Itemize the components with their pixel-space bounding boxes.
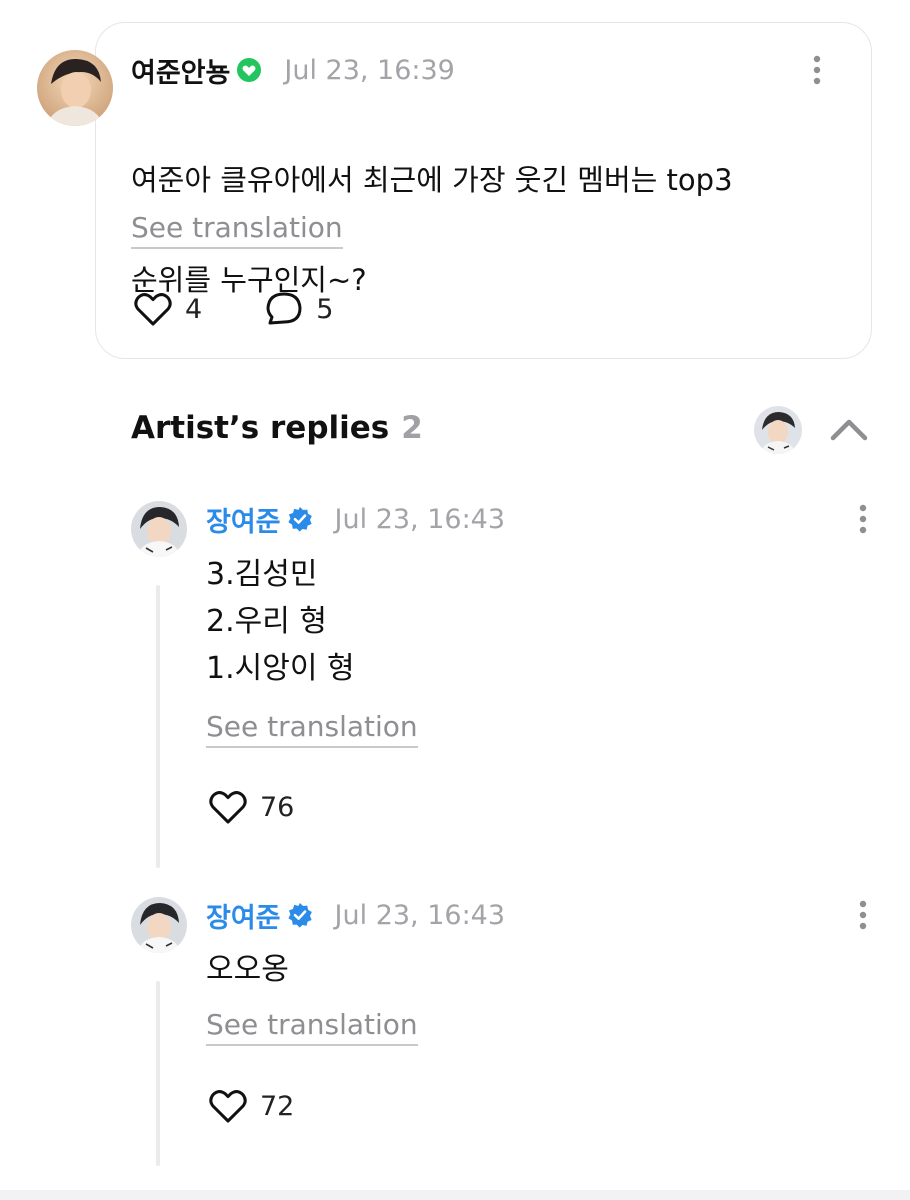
reply-author-name[interactable]: 장여준 <box>206 896 281 935</box>
reply-like-count: 72 <box>260 1090 295 1122</box>
collapse-replies-button[interactable] <box>829 414 869 446</box>
reply-author-name[interactable]: 장여준 <box>206 500 281 539</box>
reply-body-line: 1.시앙이 형 <box>206 651 355 686</box>
reply-author-row: 장여준 Jul 23, 16:43 <box>206 500 506 539</box>
bottom-divider <box>0 1190 910 1200</box>
heart-badge-icon <box>236 57 262 83</box>
artist-replies-title: Artist’s replies <box>131 410 390 446</box>
more-vertical-icon <box>813 55 821 85</box>
artist-avatar[interactable] <box>754 406 802 454</box>
reply-timestamp: Jul 23, 16:43 <box>334 503 506 535</box>
verified-check-icon <box>287 902 313 928</box>
reply-body-line: 2.우리 형 <box>206 604 327 639</box>
reply-like-count: 76 <box>260 791 295 823</box>
post-body-line: 여준아 클유아에서 최근에 가장 웃긴 멤버는 top3 <box>131 163 733 197</box>
reply-author-avatar[interactable] <box>131 897 187 953</box>
reply-body-line: 오오옹 <box>206 952 289 987</box>
reply-more-options-button[interactable] <box>856 899 870 931</box>
reply-see-translation-link[interactable]: See translation <box>206 1008 418 1046</box>
artist-replies-count: 2 <box>401 410 423 446</box>
reply-body: 3.김성민 2.우리 형 1.시앙이 형 <box>206 551 355 692</box>
chevron-up-icon <box>830 419 868 441</box>
more-vertical-icon <box>859 504 867 534</box>
reply-body-line: 3.김성민 <box>206 557 318 592</box>
post-see-translation-link[interactable]: See translation <box>131 211 343 249</box>
post-comment-button[interactable]: 5 <box>264 290 333 328</box>
post-more-options-button[interactable] <box>810 54 824 86</box>
reply-body: 오오옹 <box>206 946 289 993</box>
reply-author-row: 장여준 Jul 23, 16:43 <box>206 896 506 935</box>
artist-replies-header: Artist’s replies 2 <box>131 410 423 446</box>
verified-check-icon <box>287 506 313 532</box>
reply-author-avatar[interactable] <box>131 501 187 557</box>
reply-more-options-button[interactable] <box>856 503 870 535</box>
reply-like-button[interactable]: 76 <box>208 787 294 827</box>
post-like-count: 4 <box>185 293 203 325</box>
thread-line <box>156 981 160 1166</box>
post-like-button[interactable]: 4 <box>133 291 202 327</box>
post-author-row: 여준안뇽 Jul 23, 16:39 <box>131 51 455 90</box>
thread-line <box>156 585 160 868</box>
more-vertical-icon <box>859 900 867 930</box>
heart-icon <box>209 791 247 824</box>
heart-icon <box>134 293 172 326</box>
heart-icon <box>209 1090 247 1123</box>
post-author-name[interactable]: 여준안뇽 <box>131 51 230 90</box>
post-timestamp: Jul 23, 16:39 <box>284 54 455 86</box>
reply-see-translation-link[interactable]: See translation <box>206 710 418 748</box>
post-comment-count: 5 <box>316 293 334 325</box>
comment-thread-page: 여준안뇽 Jul 23, 16:39 여준아 클유아에서 최근에 가장 웃긴 멤… <box>0 0 910 1200</box>
comment-bubble-icon <box>266 292 302 325</box>
reply-like-button[interactable]: 72 <box>208 1086 294 1126</box>
reply-timestamp: Jul 23, 16:43 <box>334 899 506 931</box>
post-actions: 4 5 <box>133 290 333 328</box>
post-author-avatar[interactable] <box>37 50 113 126</box>
